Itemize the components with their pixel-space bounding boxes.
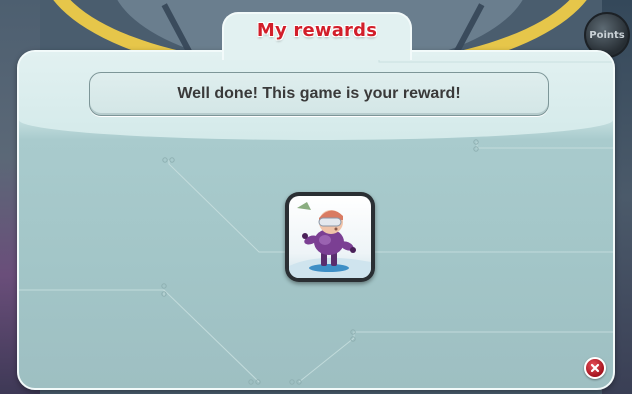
dialog-title: My rewards — [256, 20, 378, 41]
snowboarder-game-icon — [289, 202, 371, 278]
close-icon — [590, 363, 600, 373]
reward-message: Well done! This game is your reward! — [177, 85, 461, 102]
reward-game-tile[interactable] — [285, 192, 375, 282]
dialog-title-tab: My rewards — [222, 12, 412, 60]
game-scene: Points Well done! This game is your rewa… — [0, 0, 632, 394]
reward-game-thumbnail — [289, 196, 371, 278]
points-label: Points — [589, 29, 625, 41]
message-bar: Well done! This game is your reward! — [89, 72, 549, 116]
rewards-dialog: Well done! This game is your reward! — [17, 50, 615, 390]
close-button[interactable] — [584, 357, 606, 379]
